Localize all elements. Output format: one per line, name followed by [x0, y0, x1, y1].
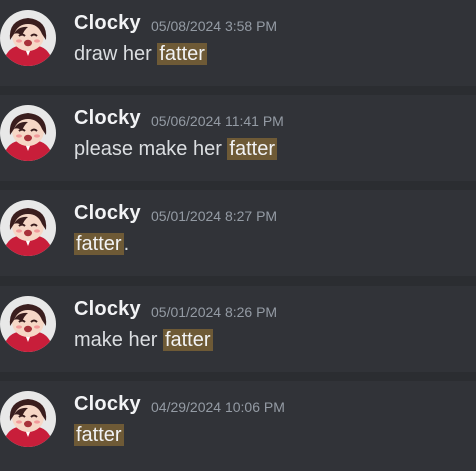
message-timestamp: 04/29/2024 10:06 PM [151, 399, 285, 415]
anime-girl-avatar-icon [0, 10, 56, 66]
search-highlight: fatter [157, 43, 207, 65]
avatar[interactable] [0, 391, 56, 447]
anime-girl-avatar-icon [0, 391, 56, 447]
search-highlight: fatter [227, 138, 277, 160]
avatar[interactable] [0, 296, 56, 352]
message-content: draw her fatter [74, 43, 207, 66]
message-author[interactable]: Clocky [74, 393, 141, 416]
search-highlight: fatter [74, 233, 124, 255]
message-timestamp: 05/01/2024 8:26 PM [151, 304, 278, 320]
message-text: draw her [74, 43, 158, 65]
message-content: please make her fatter [74, 138, 277, 161]
message-author[interactable]: Clocky [74, 298, 141, 321]
anime-girl-avatar-icon [0, 105, 56, 161]
message-text: please make her [74, 138, 228, 160]
message-list: Clocky 05/08/2024 3:58 PM draw her fatte… [0, 0, 476, 471]
message-author[interactable]: Clocky [74, 202, 141, 225]
message-item[interactable]: Clocky 04/29/2024 10:06 PM fatter [0, 381, 476, 471]
anime-girl-avatar-icon [0, 200, 56, 256]
message-text-suffix: . [123, 233, 130, 255]
search-highlight: fatter [162, 329, 213, 351]
search-highlight: fatter [74, 424, 124, 446]
anime-girl-avatar-icon [0, 296, 56, 352]
message-timestamp: 05/06/2024 11:41 PM [151, 113, 284, 129]
message-item[interactable]: Clocky 05/01/2024 8:26 PM make her fatte… [0, 286, 476, 372]
message-content: make her fatter [74, 329, 213, 352]
message-timestamp: 05/01/2024 8:27 PM [151, 208, 278, 224]
message-text: make her [74, 329, 163, 351]
message-author[interactable]: Clocky [74, 107, 141, 130]
message-item[interactable]: Clocky 05/06/2024 11:41 PM please make h… [0, 95, 476, 181]
message-item[interactable]: Clocky 05/01/2024 8:27 PM fatter. [0, 190, 476, 276]
message-author[interactable]: Clocky [74, 12, 141, 35]
message-content: fatter. [74, 233, 129, 256]
avatar[interactable] [0, 105, 56, 161]
avatar[interactable] [0, 10, 56, 66]
message-timestamp: 05/08/2024 3:58 PM [151, 18, 278, 34]
message-item[interactable]: Clocky 05/08/2024 3:58 PM draw her fatte… [0, 0, 476, 86]
message-content: fatter [74, 424, 124, 447]
avatar[interactable] [0, 200, 56, 256]
